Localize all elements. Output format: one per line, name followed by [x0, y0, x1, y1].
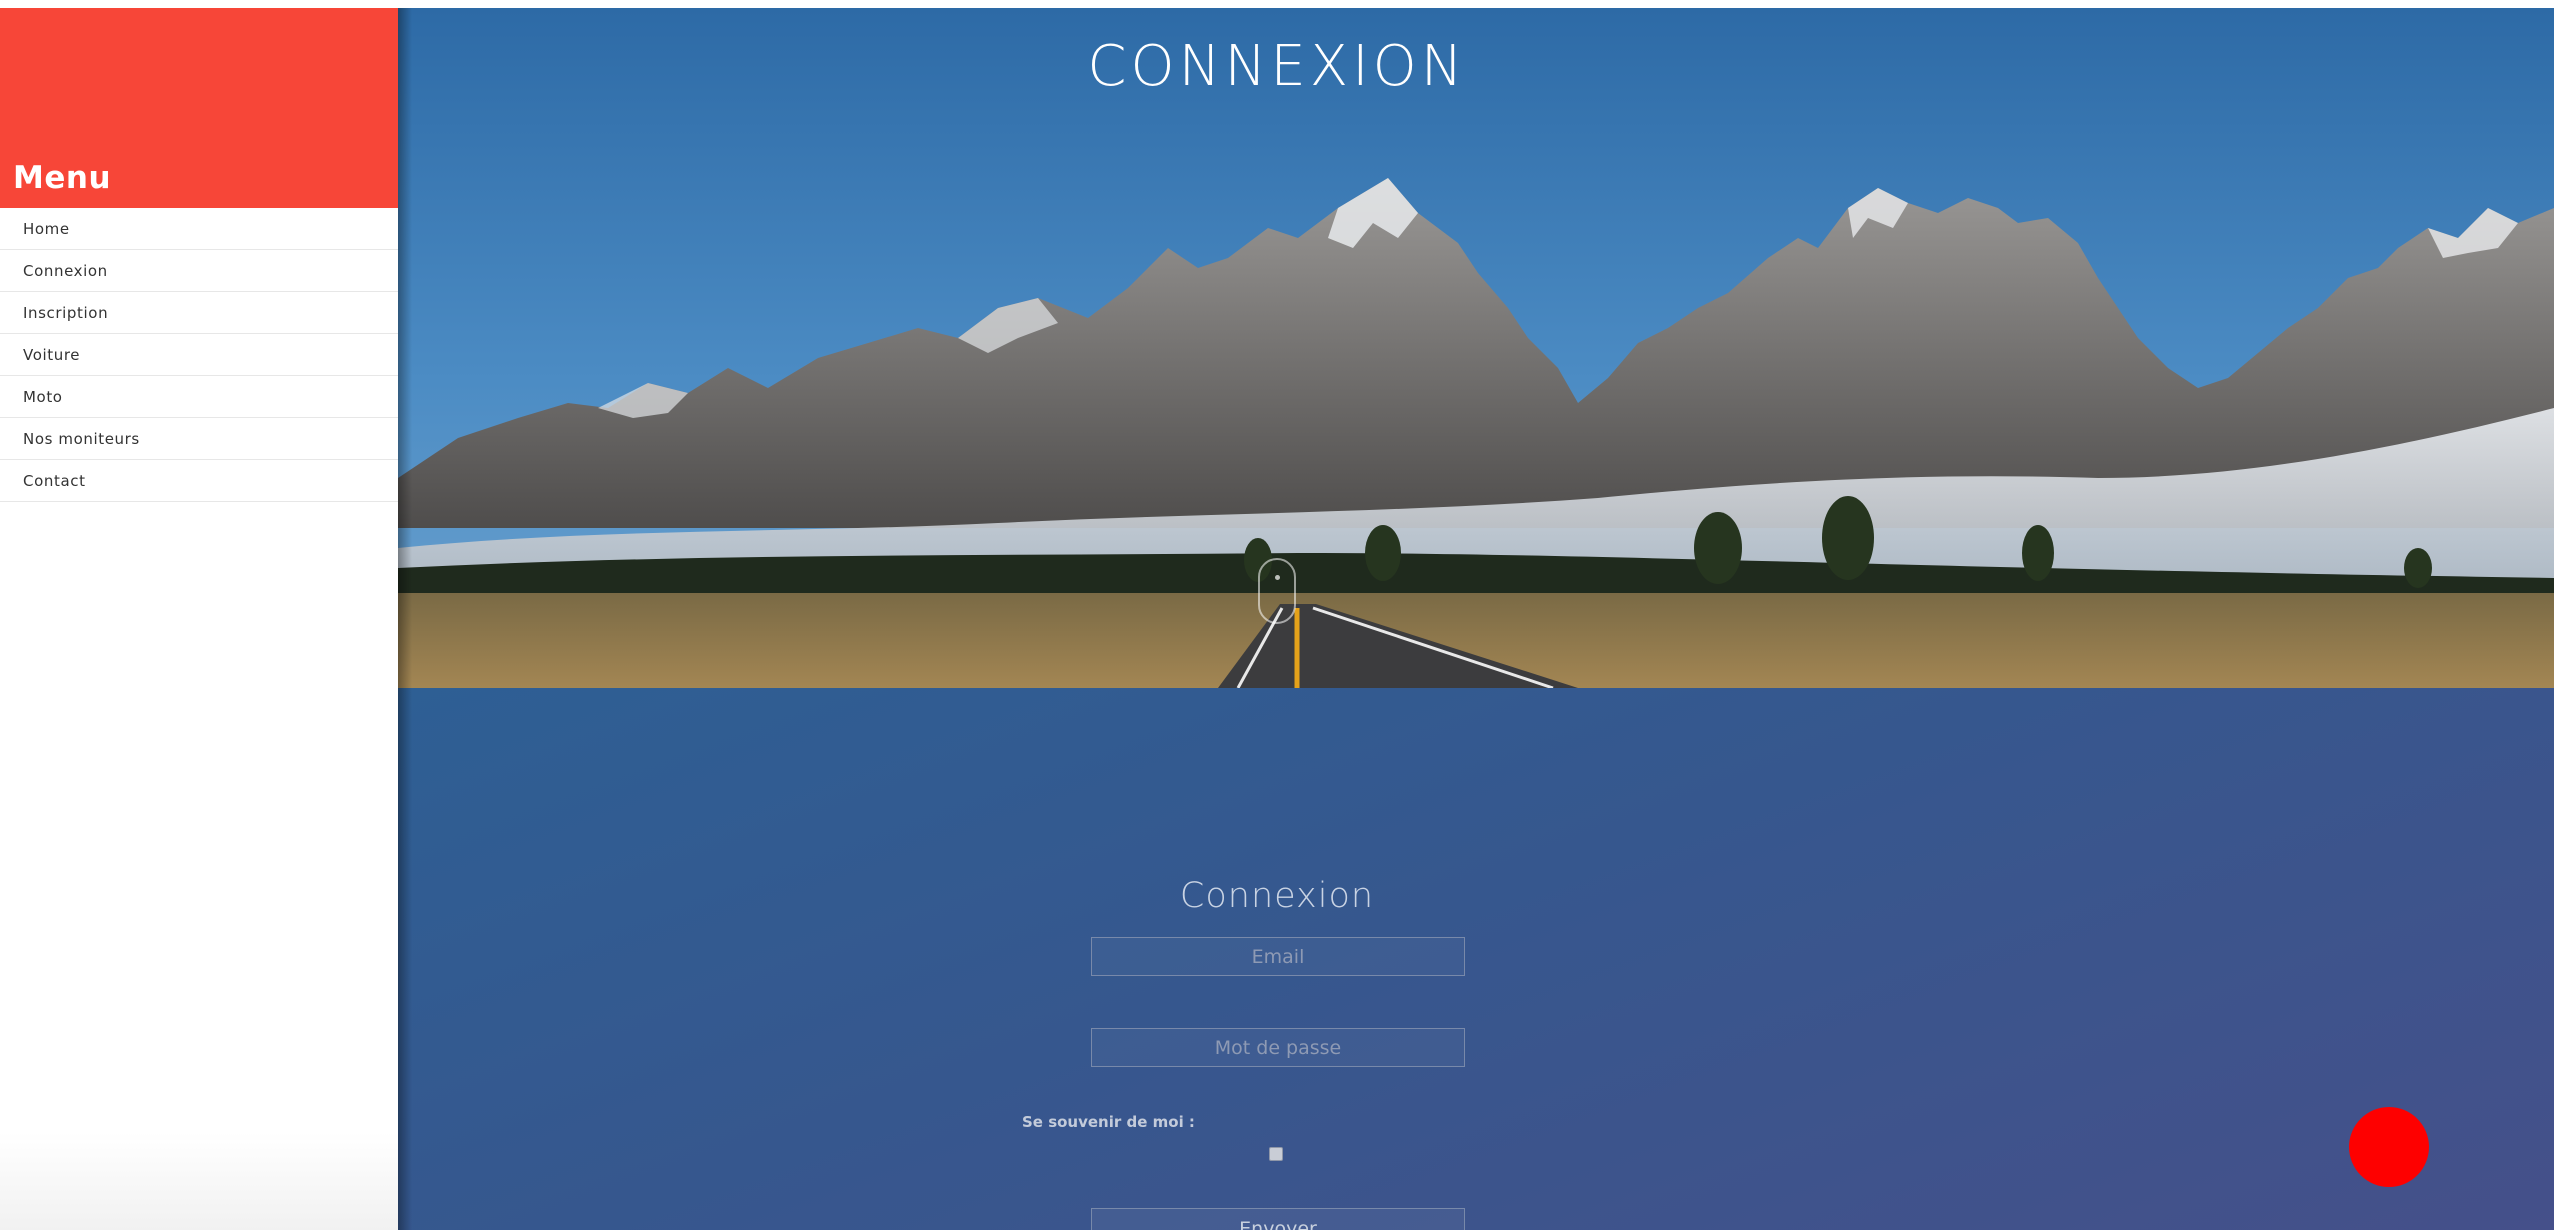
password-field[interactable] [1091, 1028, 1465, 1067]
sidebar-shadow [398, 8, 412, 1230]
floating-action-button[interactable] [2349, 1107, 2429, 1187]
hero-landscape-image [398, 8, 2554, 688]
remember-me-checkbox[interactable] [1269, 1147, 1283, 1161]
menu-item-contact[interactable]: Contact [0, 460, 398, 502]
top-border [0, 0, 2554, 8]
login-form-section: Connexion Se souvenir de moi : Envoyer [398, 688, 2554, 1230]
email-field[interactable] [1091, 937, 1465, 976]
scroll-down-indicator[interactable] [1258, 558, 1296, 624]
sidebar: Menu Home Connexion Inscription Voiture … [0, 8, 398, 1230]
menu-item-inscription[interactable]: Inscription [0, 292, 398, 334]
main-content: CONNEXION Connexion Se souvenir de moi :… [398, 8, 2554, 1230]
form-title: Connexion [1179, 876, 1375, 916]
hero-title: CONNEXION [1087, 34, 1467, 99]
menu-item-connexion[interactable]: Connexion [0, 250, 398, 292]
menu-title: Menu [13, 160, 112, 196]
remember-me-label: Se souvenir de moi : [1022, 1113, 1195, 1131]
menu-item-home[interactable]: Home [0, 208, 398, 250]
menu-item-voiture[interactable]: Voiture [0, 334, 398, 376]
menu-list: Home Connexion Inscription Voiture Moto … [0, 208, 398, 502]
menu-item-moto[interactable]: Moto [0, 376, 398, 418]
scroll-dot-icon [1275, 575, 1280, 580]
menu-item-nos-moniteurs[interactable]: Nos moniteurs [0, 418, 398, 460]
submit-button[interactable]: Envoyer [1091, 1208, 1465, 1230]
hero-banner: CONNEXION [398, 8, 2554, 688]
sidebar-header: Menu [0, 8, 398, 208]
